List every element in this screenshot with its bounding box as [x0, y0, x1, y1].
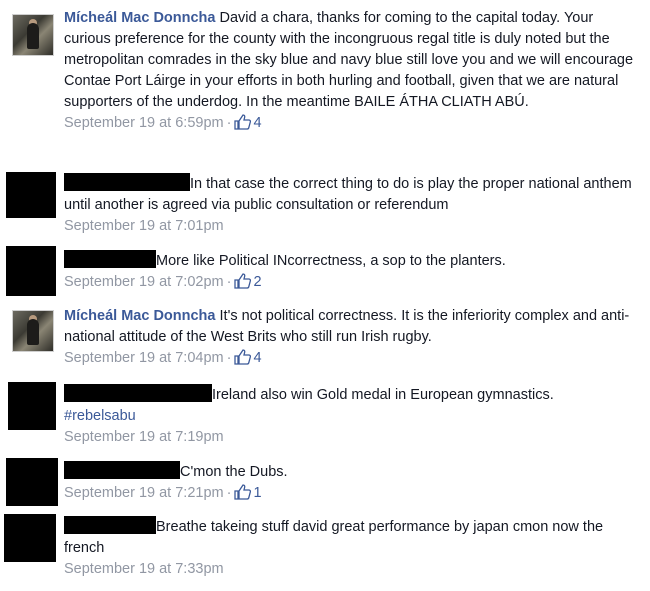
comment: More like Political INcorrectness, a sop…	[0, 246, 650, 298]
comment: Breathe takeing stuff david great perfor…	[0, 512, 650, 588]
like-count[interactable]: 2	[253, 274, 261, 290]
avatar[interactable]	[8, 382, 56, 430]
comment-text: C'mon the Dubs.	[180, 464, 288, 480]
meta-separator: ·	[226, 485, 232, 501]
comment-author-link[interactable]: Mícheál Mac Donncha	[64, 308, 215, 324]
comment-feed: Mícheál Mac Donncha David a chara, thank…	[0, 0, 650, 591]
meta-separator: ·	[226, 274, 232, 290]
comment-timestamp[interactable]: September 19 at 7:01pm	[64, 218, 224, 234]
comment-timestamp[interactable]: September 19 at 7:19pm	[64, 429, 224, 445]
like-count[interactable]: 4	[253, 115, 261, 131]
comment: Mícheál Mac Donncha It's not political c…	[0, 306, 650, 374]
comment-meta: September 19 at 6:59pm · 4	[64, 113, 642, 137]
thumbs-up-icon[interactable]	[234, 349, 252, 372]
comment-timestamp[interactable]: September 19 at 7:04pm	[64, 350, 224, 366]
comment-meta: September 19 at 7:02pm · 2	[64, 272, 642, 296]
thumbs-up-icon[interactable]	[234, 273, 252, 296]
comment-meta: September 19 at 7:04pm · 4	[64, 348, 642, 372]
meta-separator: ·	[226, 350, 232, 366]
hashtag-link[interactable]: #rebelsabu	[64, 408, 136, 424]
comment-text: More like Political INcorrectness, a sop…	[156, 253, 506, 269]
comment-meta: September 19 at 7:19pm	[64, 427, 642, 448]
comment-timestamp[interactable]: September 19 at 6:59pm	[64, 115, 224, 131]
like-count[interactable]: 1	[253, 485, 261, 501]
comment: Ireland also win Gold medal in European …	[0, 382, 650, 452]
comment-timestamp[interactable]: September 19 at 7:21pm	[64, 485, 224, 501]
comment: C'mon the Dubs. September 19 at 7:21pm · 1	[0, 458, 650, 508]
avatar[interactable]	[12, 310, 54, 352]
redacted-author-name	[64, 516, 156, 534]
comment-timestamp[interactable]: September 19 at 7:02pm	[64, 274, 224, 290]
redacted-author-name	[64, 173, 190, 191]
redacted-author-name	[64, 384, 212, 402]
redacted-author-name	[64, 461, 180, 479]
avatar[interactable]	[6, 458, 58, 506]
comment-text: Ireland also win Gold medal in European …	[212, 387, 554, 403]
avatar[interactable]	[6, 246, 56, 296]
comment-meta: September 19 at 7:21pm · 1	[64, 483, 642, 507]
avatar[interactable]	[12, 14, 54, 56]
avatar[interactable]	[4, 514, 56, 562]
meta-separator: ·	[226, 115, 232, 131]
comment-meta: September 19 at 7:01pm	[64, 216, 642, 237]
thumbs-up-icon[interactable]	[234, 484, 252, 507]
like-count[interactable]: 4	[253, 350, 261, 366]
redacted-author-name	[64, 250, 156, 268]
thumbs-up-icon[interactable]	[234, 114, 252, 137]
comment-author-link[interactable]: Mícheál Mac Donncha	[64, 10, 215, 26]
avatar[interactable]	[6, 172, 56, 218]
comment-meta: September 19 at 7:33pm	[64, 559, 642, 580]
comment: Mícheál Mac Donncha David a chara, thank…	[0, 8, 650, 160]
comment-timestamp[interactable]: September 19 at 7:33pm	[64, 561, 224, 577]
comment: In that case the correct thing to do is …	[0, 170, 650, 240]
